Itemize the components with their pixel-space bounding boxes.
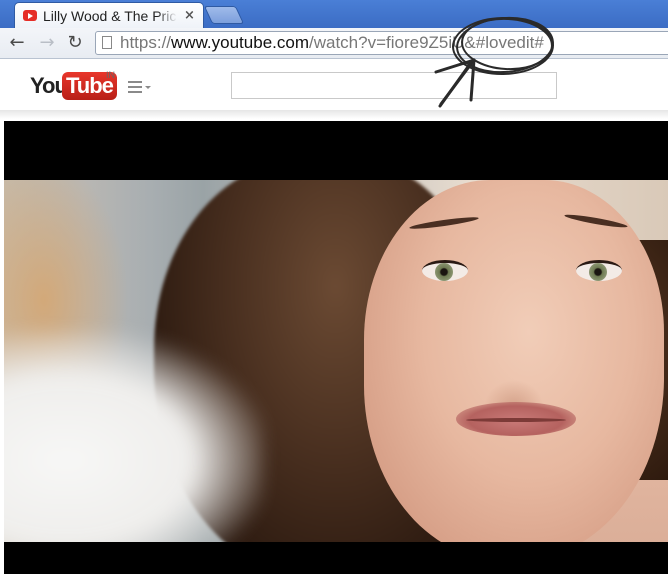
country-code: IN — [106, 70, 115, 80]
reload-icon[interactable]: ↻ — [64, 33, 86, 53]
video-player[interactable] — [4, 121, 668, 574]
guide-menu-icon[interactable] — [128, 81, 152, 95]
url-host: www.youtube.com — [171, 33, 309, 52]
browser-tab-strip: Lilly Wood & The Prick and Robin Schulz … — [0, 0, 668, 29]
video-frame — [4, 180, 668, 542]
masthead-shadow — [0, 110, 668, 119]
search-input[interactable] — [232, 73, 556, 98]
new-tab-button[interactable] — [203, 6, 245, 24]
url-text[interactable]: https://www.youtube.com/watch?v=fiore9Z5… — [120, 33, 544, 53]
search-box — [231, 72, 557, 99]
address-bar[interactable]: https://www.youtube.com/watch?v=fiore9Z5… — [95, 31, 668, 55]
url-path: /watch?v=fiore9Z5iU — [308, 33, 465, 52]
youtube-masthead: You Tube IN — [0, 59, 668, 111]
forward-arrow-icon[interactable]: → — [36, 33, 58, 53]
url-suffix: &#lovedit# — [464, 33, 544, 52]
back-arrow-icon[interactable]: ← — [6, 33, 28, 53]
browser-toolbar: ← → ↻ https://www.youtube.com/watch?v=fi… — [0, 28, 668, 59]
url-scheme: https:// — [120, 33, 172, 52]
browser-tab[interactable]: Lilly Wood & The Prick and Robin Schulz … — [14, 2, 204, 29]
tab-title: Lilly Wood & The Prick and Robin Schulz … — [43, 8, 177, 24]
youtube-favicon-icon — [23, 10, 37, 21]
close-tab-icon[interactable]: × — [184, 8, 195, 23]
page-icon — [102, 36, 112, 49]
